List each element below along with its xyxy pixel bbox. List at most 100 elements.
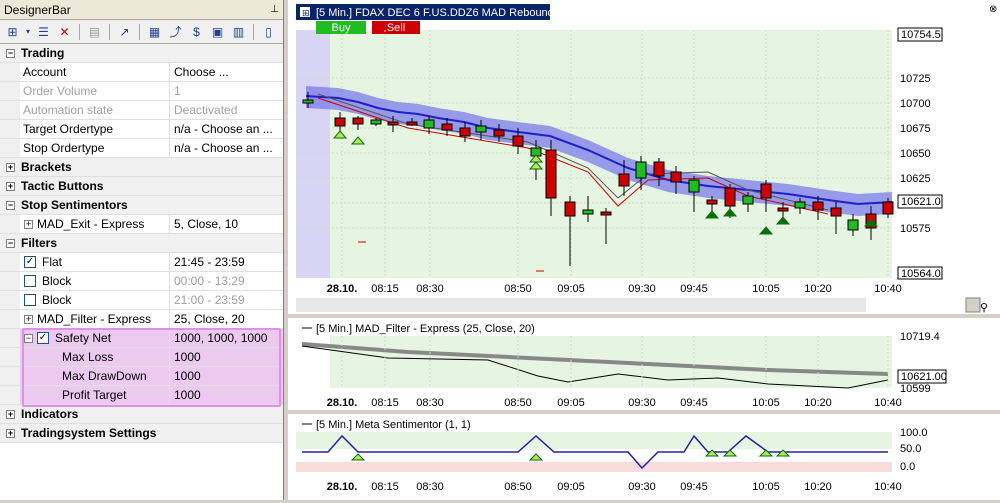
candle-body	[706, 199, 718, 205]
row-mad-filter[interactable]: + MAD_Filter - Express 25, Close, 20	[0, 310, 283, 329]
meta-axis-label: 100.0	[900, 427, 928, 439]
row-max-loss[interactable]: Max Loss 1000	[0, 348, 283, 367]
row-account[interactable]: Account Choose ...	[0, 63, 283, 82]
category-tactic-buttons[interactable]: + Tactic Buttons	[0, 177, 283, 196]
pin-icon[interactable]: ⊥	[270, 4, 279, 15]
filter-bottom-label: 10599	[900, 383, 931, 395]
block-checkbox[interactable]	[24, 275, 36, 287]
candle-body	[760, 183, 772, 199]
row-stop-ordertype[interactable]: Stop Ordertype n/a - Choose an ...	[0, 139, 283, 158]
candle-body	[493, 129, 505, 137]
row-order-volume[interactable]: Order Volume 1	[0, 82, 283, 101]
table-icon[interactable]: ▥	[229, 22, 248, 41]
row-mad-exit[interactable]: + MAD_Exit - Express 5, Close, 10	[0, 215, 283, 234]
horizontal-scrollbar[interactable]	[296, 298, 866, 312]
print-icon[interactable]: ▦	[145, 22, 164, 41]
time-tick-label: 28.10.	[327, 397, 358, 409]
candle-body	[441, 123, 453, 131]
category-stop-sentimentors[interactable]: − Stop Sentimentors	[0, 196, 283, 215]
collapse-icon[interactable]: −	[6, 48, 15, 58]
row-max-drawdown[interactable]: Max DrawDown 1000	[0, 367, 283, 386]
row-block-2[interactable]: Block 21:00 - 23:59	[0, 291, 283, 310]
document-icon[interactable]: ▤	[85, 22, 104, 41]
time-tick-label: 08:30	[416, 283, 444, 295]
meta-panel: [5 Min.] Meta Sentimentor (1, 1) 100.0 50…	[288, 414, 1000, 500]
price-axis-area	[896, 0, 1000, 278]
candle-body	[512, 135, 524, 147]
price-chart[interactable]: ⊞ [5 Min.] FDAX DEC 6 F.US.DDZ6 MAD Rebo…	[288, 0, 1000, 314]
dollar-icon[interactable]: $	[187, 22, 206, 41]
time-tick-label: 08:30	[416, 481, 444, 493]
collapse-icon[interactable]: −	[6, 238, 15, 248]
scroll-end-button[interactable]	[965, 297, 981, 313]
expand-icon[interactable]: +	[6, 162, 15, 172]
block-checkbox[interactable]	[24, 294, 36, 306]
row-flat[interactable]: ✓ Flat 21:45 - 23:59	[0, 253, 283, 272]
close-icon[interactable]: ⊗	[989, 4, 997, 15]
time-tick-label: 28.10.	[327, 283, 358, 295]
price-tick-label: 10675	[900, 123, 931, 135]
candle-body	[882, 201, 894, 215]
meta-axis-label: 50.0	[900, 443, 921, 455]
buy-label: Buy	[332, 22, 351, 34]
collapse-icon[interactable]: −	[6, 200, 15, 210]
candle-body	[794, 201, 806, 209]
time-tick-label: 08:15	[371, 283, 399, 295]
meta-zone-green	[296, 432, 892, 449]
delete-icon[interactable]: ✕	[55, 22, 74, 41]
pin-icon[interactable]: ⚲	[980, 302, 988, 314]
time-tick-label: 10:05	[752, 397, 780, 409]
expand-icon[interactable]: +	[6, 181, 15, 191]
time-tick-label: 08:15	[371, 481, 399, 493]
candle-body	[459, 127, 471, 137]
chart-window: ⊞ [5 Min.] FDAX DEC 6 F.US.DDZ6 MAD Rebo…	[288, 0, 1000, 500]
filter-last-label: 10621.00	[901, 371, 947, 383]
row-block-1[interactable]: Block 00:00 - 13:29	[0, 272, 283, 291]
category-tradingsystem-settings[interactable]: + Tradingsystem Settings	[0, 424, 283, 443]
candle-body	[812, 201, 824, 211]
row-target-ordertype[interactable]: Target Ordertype n/a - Choose an ...	[0, 120, 283, 139]
candle-body	[742, 195, 754, 205]
expand-icon[interactable]: +	[24, 219, 33, 229]
candle-body	[582, 209, 594, 215]
designer-bar-panel: DesignerBar ⊥ ⊞ ▾ ☰ ✕ ▤ ↗ ▦ ⤴ $ ▣ ▥ ▯ − T…	[0, 0, 284, 500]
dropdown-icon[interactable]: ▾	[24, 22, 32, 41]
sell-label: Sell	[387, 22, 405, 34]
category-brackets[interactable]: + Brackets	[0, 158, 283, 177]
grid-icon[interactable]: ▣	[208, 22, 227, 41]
category-trading[interactable]: − Trading	[0, 44, 283, 63]
candle-body	[406, 121, 418, 126]
toolbar-divider	[109, 23, 110, 40]
edit-chart-icon[interactable]: ↗	[115, 22, 134, 41]
candle-body	[688, 179, 700, 193]
toolbar-divider	[79, 23, 80, 40]
time-tick-label: 09:30	[628, 283, 656, 295]
candle-body	[423, 119, 435, 129]
page-icon[interactable]: ▯	[259, 22, 278, 41]
row-profit-target[interactable]: Profit Target 1000	[0, 386, 283, 405]
safety-net-checkbox[interactable]: ✓	[37, 332, 49, 344]
time-tick-label: 10:20	[804, 397, 832, 409]
expand-icon[interactable]: +	[6, 428, 15, 438]
panel-title: DesignerBar	[4, 2, 71, 17]
row-safety-net[interactable]: − ✓ Safety Net 1000, 1000, 1000	[0, 329, 283, 348]
toolbar-divider	[139, 23, 140, 40]
bottom-price-label: 10564.0	[901, 268, 941, 280]
category-filters[interactable]: − Filters	[0, 234, 283, 253]
collapse-icon[interactable]: −	[24, 333, 33, 343]
flat-checkbox[interactable]: ✓	[24, 256, 36, 268]
row-automation-state[interactable]: Automation state Deactivated	[0, 101, 283, 120]
candle-body	[352, 117, 364, 125]
filter-chart[interactable]: [5 Min.] MAD_Filter - Express (25, Close…	[288, 318, 1000, 410]
trend-icon[interactable]: ⤴	[166, 22, 185, 41]
expand-icon[interactable]: +	[24, 314, 33, 324]
candle-body	[370, 119, 382, 125]
list-icon[interactable]: ☰	[34, 22, 53, 41]
add-icon[interactable]: ⊞	[3, 22, 22, 41]
expand-icon[interactable]: +	[6, 409, 15, 419]
price-tick-label: 10625	[900, 173, 931, 185]
price-panel: ⊞ [5 Min.] FDAX DEC 6 F.US.DDZ6 MAD Rebo…	[288, 0, 1000, 314]
meta-chart[interactable]: [5 Min.] Meta Sentimentor (1, 1) 100.0 50…	[288, 414, 1000, 500]
category-indicators[interactable]: + Indicators	[0, 405, 283, 424]
filter-top-label: 10719.4	[900, 331, 940, 343]
